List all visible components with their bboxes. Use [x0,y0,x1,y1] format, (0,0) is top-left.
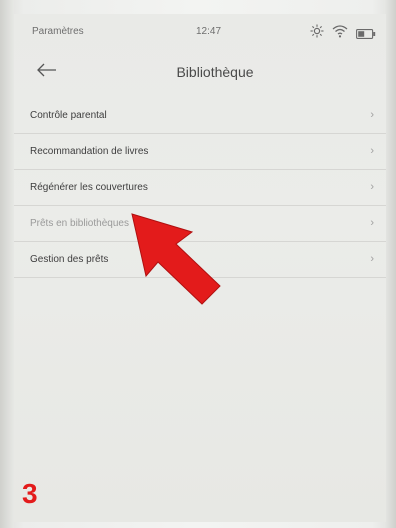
status-section-label[interactable]: Paramètres [32,26,84,37]
menu-item-label: Régénérer les couvertures [30,182,148,193]
battery-icon[interactable] [356,26,376,44]
device-bezel-left [0,0,14,528]
chevron-right-icon: › [370,217,374,229]
wifi-icon[interactable] [332,24,348,43]
page-header: Bibliothèque [14,48,386,98]
menu-item-label: Recommandation de livres [30,146,149,157]
status-bar: Paramètres 12:47 [14,14,386,48]
status-time: 12:47 [196,26,222,37]
menu-item-label: Prêts en bibliothèques [30,218,129,229]
brightness-icon[interactable] [310,24,324,43]
pointer-arrow-icon [131,213,221,305]
chevron-right-icon: › [370,253,374,265]
page-title: Bibliothèque [176,64,254,80]
menu-item-label: Contrôle parental [30,110,107,121]
menu-item-book-recommendations[interactable]: Recommandation de livres › [14,134,386,170]
menu-item-label: Gestion des prêts [30,254,109,265]
status-icons [310,24,380,40]
menu-item-parental-control[interactable]: Contrôle parental › [14,98,386,134]
chevron-right-icon: › [370,145,374,157]
step-number: 3 [22,478,38,509]
chevron-right-icon: › [370,109,374,121]
chevron-right-icon: › [370,181,374,193]
menu-item-regenerate-covers[interactable]: Régénérer les couvertures › [14,170,386,206]
